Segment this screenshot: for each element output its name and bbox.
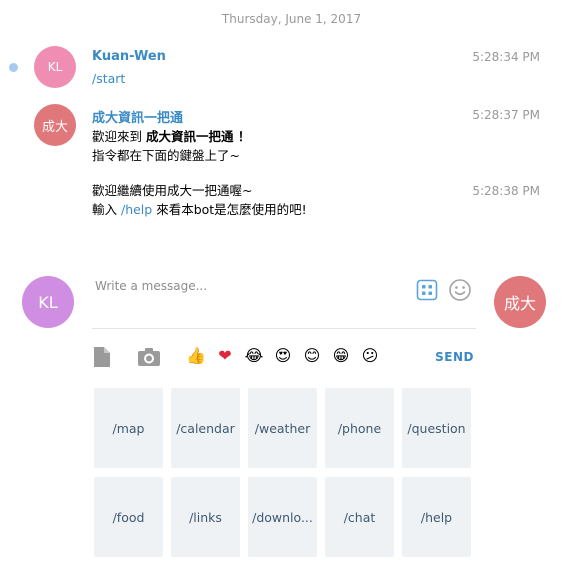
message-input-placeholder[interactable]: Write a message...	[95, 279, 207, 293]
command-button-chat[interactable]: /chat	[325, 477, 394, 557]
command-button-question[interactable]: /question	[402, 388, 471, 468]
unread-indicator	[9, 63, 18, 72]
sender-name[interactable]: Kuan-Wen	[92, 49, 166, 64]
send-button[interactable]: SEND	[435, 350, 474, 364]
message-text[interactable]: /start	[92, 69, 125, 88]
sender-name[interactable]: 成大資訊一把通	[92, 107, 183, 126]
message-text-line: 歡迎繼續使用成大一把通喔~	[92, 183, 253, 198]
emoji-smile-icon[interactable]	[448, 278, 472, 302]
emoji-heart-icon[interactable]: ❤	[215, 346, 235, 366]
message-text: 歡迎來到 成大資訊一把通 ！ 指令都在下面的鍵盤上了~	[92, 127, 250, 165]
command-button-phone[interactable]: /phone	[325, 388, 394, 468]
command-button-weather[interactable]: /weather	[248, 388, 317, 468]
file-attach-icon[interactable]	[92, 346, 112, 368]
message-text-line: 指令都在下面的鍵盤上了~	[92, 148, 240, 163]
message-text-part: 來看本bot是怎麼使用的吧!	[152, 202, 307, 217]
emoji-grin-icon[interactable]: 😁	[331, 346, 351, 366]
command-button-food[interactable]: /food	[94, 477, 163, 557]
command-button-help[interactable]: /help	[402, 477, 471, 557]
bot-command-keyboard: /map /calendar /weather /phone /question…	[94, 388, 474, 558]
avatar[interactable]: 成大	[34, 104, 76, 146]
emoji-blush-icon[interactable]: 😊	[302, 346, 322, 366]
message-text: 歡迎繼續使用成大一把通喔~ 輸入 /help 來看本bot是怎麼使用的吧!	[92, 181, 307, 219]
message-text-bold: 成大資訊一把通 ！	[145, 129, 251, 144]
message-text-part: 輸入	[92, 202, 121, 217]
help-command-link[interactable]: /help	[121, 202, 152, 217]
bot-keyboard-icon[interactable]	[416, 279, 438, 301]
avatar[interactable]: KL	[34, 46, 76, 88]
composer-toolbar: 👍 ❤ 😂 😍 😊 😁 😕 SEND	[92, 346, 478, 370]
command-button-links[interactable]: /links	[171, 477, 240, 557]
command-button-map[interactable]: /map	[94, 388, 163, 468]
emoji-thumbs-up-icon[interactable]: 👍	[186, 346, 206, 366]
emoji-heart-eyes-icon[interactable]: 😍	[273, 346, 293, 366]
command-button-calendar[interactable]: /calendar	[171, 388, 240, 468]
message-time: 5:28:38 PM	[472, 184, 540, 198]
user-avatar[interactable]: KL	[22, 276, 74, 328]
emoji-joy-icon[interactable]: 😂	[244, 346, 264, 366]
message-time: 5:28:37 PM	[472, 108, 540, 122]
date-separator: Thursday, June 1, 2017	[221, 12, 362, 26]
message-input[interactable]: Write a message...	[92, 275, 476, 329]
camera-icon[interactable]	[137, 346, 161, 368]
emoji-confused-icon[interactable]: 😕	[360, 346, 380, 366]
command-button-download[interactable]: /downlo...	[248, 477, 317, 557]
message-time: 5:28:34 PM	[472, 50, 540, 64]
message-text-part: 歡迎來到	[92, 129, 146, 144]
bot-avatar[interactable]: 成大	[494, 276, 546, 328]
